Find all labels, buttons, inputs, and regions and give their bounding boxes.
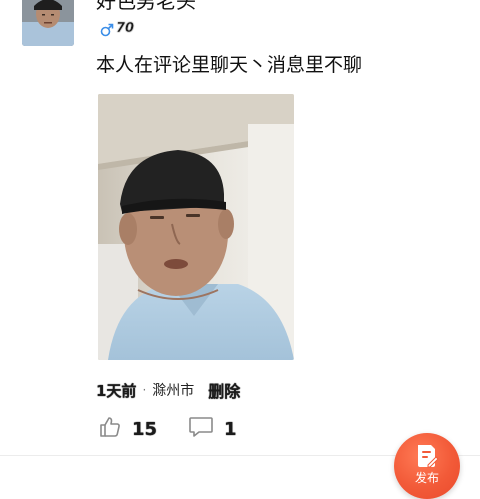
thumbs-up-icon xyxy=(98,415,122,443)
like-button[interactable]: 15 xyxy=(98,415,188,443)
user-level: 70 xyxy=(116,21,135,36)
avatar[interactable] xyxy=(22,0,74,46)
comment-count: 1 xyxy=(224,418,237,440)
like-count: 15 xyxy=(132,418,158,440)
separator-dot: · xyxy=(142,383,147,397)
post-item: 好色男老头 70 本人在评论里聊天丶消息里不聊 1天前 · 滁州市 删除 15 … xyxy=(0,0,480,499)
post-location: 滁州市 xyxy=(152,383,195,399)
publish-label: 发布 xyxy=(414,471,439,485)
post-photo[interactable] xyxy=(98,94,294,360)
comment-bubble-icon xyxy=(188,415,214,443)
comment-button[interactable]: 1 xyxy=(188,415,237,443)
post-info-row: 1天前 · 滁州市 删除 xyxy=(96,378,240,402)
delete-button[interactable]: 删除 xyxy=(208,378,240,402)
post-actions: 15 1 xyxy=(98,414,237,444)
post-content: 本人在评论里聊天丶消息里不聊 xyxy=(96,54,363,76)
male-icon xyxy=(100,22,114,37)
publish-button[interactable]: 发布 xyxy=(394,433,460,499)
post-time: 1天前 xyxy=(96,381,137,400)
user-meta: 70 xyxy=(100,21,134,37)
username[interactable]: 好色男老头 xyxy=(96,0,196,12)
edit-document-icon xyxy=(415,443,439,469)
